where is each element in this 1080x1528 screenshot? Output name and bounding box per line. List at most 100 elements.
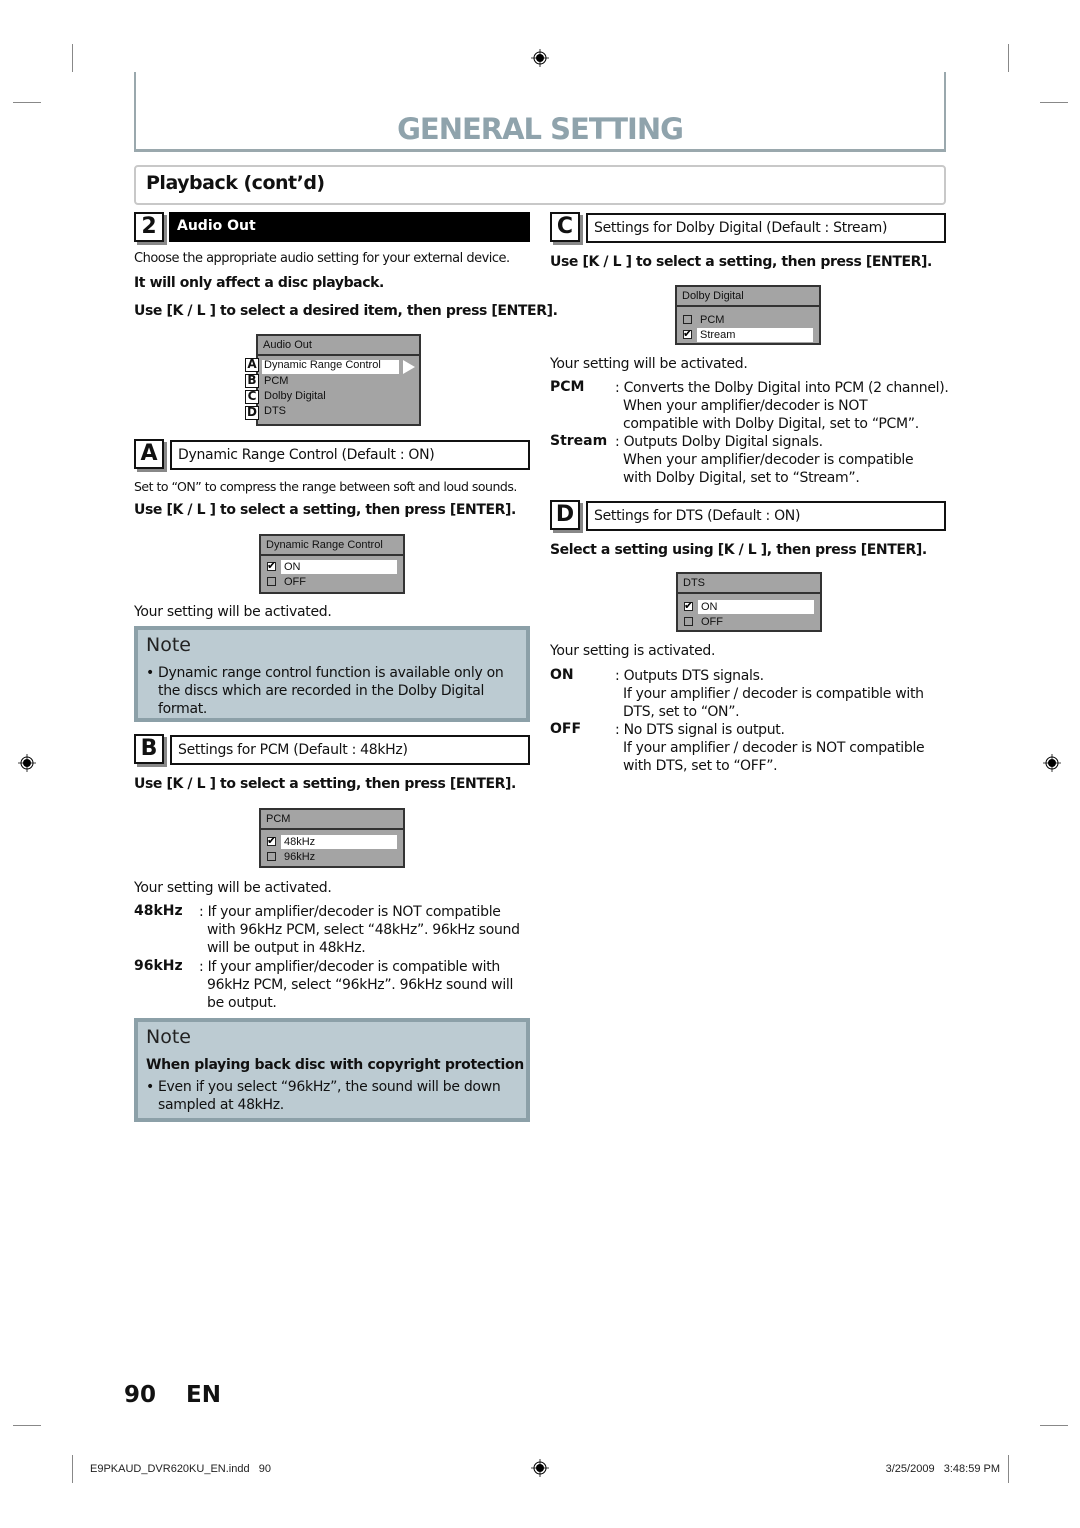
menu-tag-a: A [245,358,259,372]
option-label: OFF [284,576,306,588]
section-desc: Set to “ON” to compress the range betwee… [134,479,517,494]
section-title: Settings for Dolby Digital (Default : St… [586,213,946,243]
osd-title: Dolby Digital [677,287,819,307]
checkbox-empty-icon [684,617,693,626]
right-arrow-icon [403,360,415,374]
osd-title: PCM [261,810,403,830]
note-heading: When playing back disc with copyright pr… [146,1057,524,1073]
osd-title: Dynamic Range Control [261,536,403,556]
menu-tag-b: B [245,374,259,388]
crop-mark [1040,102,1068,103]
step-note-bold: It will only affect a disc playback. [134,275,384,291]
definition-desc: : If your amplifier/decoder is compatibl… [199,959,514,1011]
option-row[interactable]: 96kHz [261,850,403,864]
osd-pcm-menu: PCM 48kHz 96kHz [259,808,405,868]
note-box: Note • Dynamic range control function is … [134,626,530,722]
option-row[interactable]: ON [261,559,403,574]
option-label: PCM [700,314,725,326]
registration-mark-icon [1043,754,1061,772]
option-row[interactable]: OFF [678,615,820,629]
option-label: ON [698,600,814,614]
note-bullet: • Even if you select “96kHz”, the sound w… [146,1079,501,1113]
menu-item-dolby-digital[interactable]: Dolby Digital [264,390,326,402]
section-title: Settings for PCM (Default : 48kHz) [170,735,530,765]
checkbox-checked-icon [267,834,276,848]
checkbox-empty-icon [683,315,692,324]
osd-title: DTS [678,574,820,594]
step-number: 2 [134,212,164,242]
section-instruction: Select a setting using [K / L ], then pr… [550,542,927,558]
step-intro: Choose the appropriate audio setting for… [134,251,510,266]
definition-term: 48kHz [134,903,183,919]
note-bullet: • Dynamic range control function is avail… [146,665,504,717]
checkbox-empty-icon [267,577,276,586]
osd-dts-menu: DTS ON OFF [676,572,822,632]
section-title: Dynamic Range Control (Default : ON) [170,440,530,470]
result-text: Your setting will be activated. [550,356,748,372]
checkbox-checked-icon [683,327,692,341]
crop-mark [1008,1455,1009,1483]
option-row[interactable]: 48kHz [261,834,403,849]
page-number: 90 [124,1382,157,1408]
section-letter: C [550,212,580,242]
option-row[interactable]: OFF [261,575,403,589]
result-text: Your setting will be activated. [134,880,332,896]
section-subtitle: Playback (cont’d) [146,172,325,194]
definition-term: 96kHz [134,958,183,974]
crop-mark [13,1425,41,1426]
definition-term: OFF [550,721,582,737]
section-letter: B [134,734,164,764]
checkbox-empty-icon [267,852,276,861]
menu-item-pcm[interactable]: PCM [264,375,288,387]
registration-mark-icon [531,1459,549,1477]
crop-mark [13,102,41,103]
option-row[interactable]: ON [678,599,820,614]
section-title: Settings for DTS (Default : ON) [586,501,946,531]
menu-tag-d: D [245,406,259,420]
page-language: EN [186,1382,221,1408]
definition-desc: : Converts the Dolby Digital into PCM (2… [615,380,949,432]
definition-desc: : If your amplifier/decoder is NOT compa… [199,904,520,956]
registration-mark-icon [18,754,36,772]
section-letter: D [550,500,580,530]
page-title: GENERAL SETTING [397,112,684,146]
definition-desc: : Outputs DTS signals. If your amplifier… [615,668,924,720]
checkbox-checked-icon [684,599,693,613]
note-title: Note [146,1026,191,1048]
section-instruction: Use [K / L ] to select a setting, then p… [134,502,516,518]
section-letter: A [134,439,164,469]
section-instruction: Use [K / L ] to select a setting, then p… [134,776,516,792]
definition-term: ON [550,667,574,683]
result-text: Your setting is activated. [550,643,716,659]
option-label: Stream [697,328,813,342]
menu-tag-c: C [245,390,259,404]
step-title: Audio Out [169,212,530,242]
crop-mark [72,44,73,72]
option-row[interactable]: Stream [677,327,819,342]
checkbox-checked-icon [267,559,276,573]
option-label: ON [281,560,397,574]
option-row[interactable]: PCM [677,313,819,327]
note-box: Note When playing back disc with copyrig… [134,1018,530,1122]
osd-dynamic-range-menu: Dynamic Range Control ON OFF [259,534,405,594]
osd-title: Audio Out [258,336,419,356]
footer-timestamp: 3/25/2009 3:48:59 PM [885,1463,1000,1475]
option-label: 48kHz [281,835,397,849]
definition-desc: : No DTS signal is output. If your ampli… [615,722,925,774]
menu-item-dynamic-range-control[interactable]: Dynamic Range Control [264,359,381,371]
crop-mark [72,1455,73,1483]
option-label: OFF [701,616,723,628]
section-instruction: Use [K / L ] to select a setting, then p… [550,254,932,270]
result-text: Your setting will be activated. [134,604,332,620]
osd-dolby-digital-menu: Dolby Digital PCM Stream [675,285,821,345]
option-label: 96kHz [284,851,316,863]
note-title: Note [146,634,191,656]
definition-term: PCM [550,379,585,395]
crop-mark [1040,1425,1068,1426]
menu-item-dts[interactable]: DTS [264,405,286,417]
step-instruction: Use [K / L ] to select a desired item, t… [134,303,558,319]
footer-filename: E9PKAUD_DVR620KU_EN.indd 90 [90,1463,271,1475]
registration-mark-icon [531,49,549,67]
definition-term: Stream [550,433,608,449]
crop-mark [1008,44,1009,72]
